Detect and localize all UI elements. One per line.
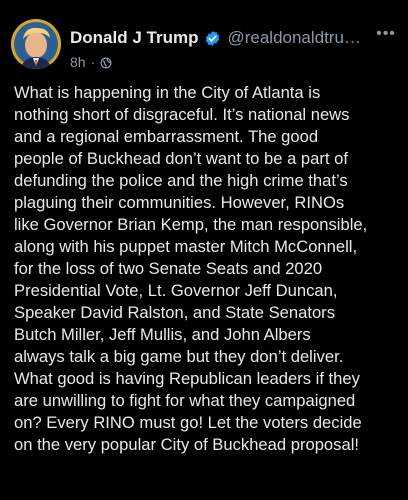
author-handle[interactable]: @realdonaldtru… <box>227 28 375 48</box>
post-body: What is happening in the City of Atlanta… <box>14 83 368 454</box>
avatar-image <box>11 19 61 69</box>
post-card: Donald J Trump @realdonaldtru… ••• 8h · <box>0 0 408 500</box>
globe-icon <box>100 56 112 69</box>
name-row: Donald J Trump @realdonaldtru… <box>70 27 390 49</box>
more-options-icon[interactable]: ••• <box>375 23 397 45</box>
meta-separator: · <box>90 54 96 70</box>
post-meta: 8h · <box>70 53 112 71</box>
author-name[interactable]: Donald J Trump <box>70 28 198 48</box>
post-timestamp[interactable]: 8h <box>70 54 86 70</box>
post-header: Donald J Trump @realdonaldtru… ••• 8h · <box>11 19 397 71</box>
avatar[interactable] <box>11 19 61 69</box>
verified-badge-icon <box>204 30 221 47</box>
